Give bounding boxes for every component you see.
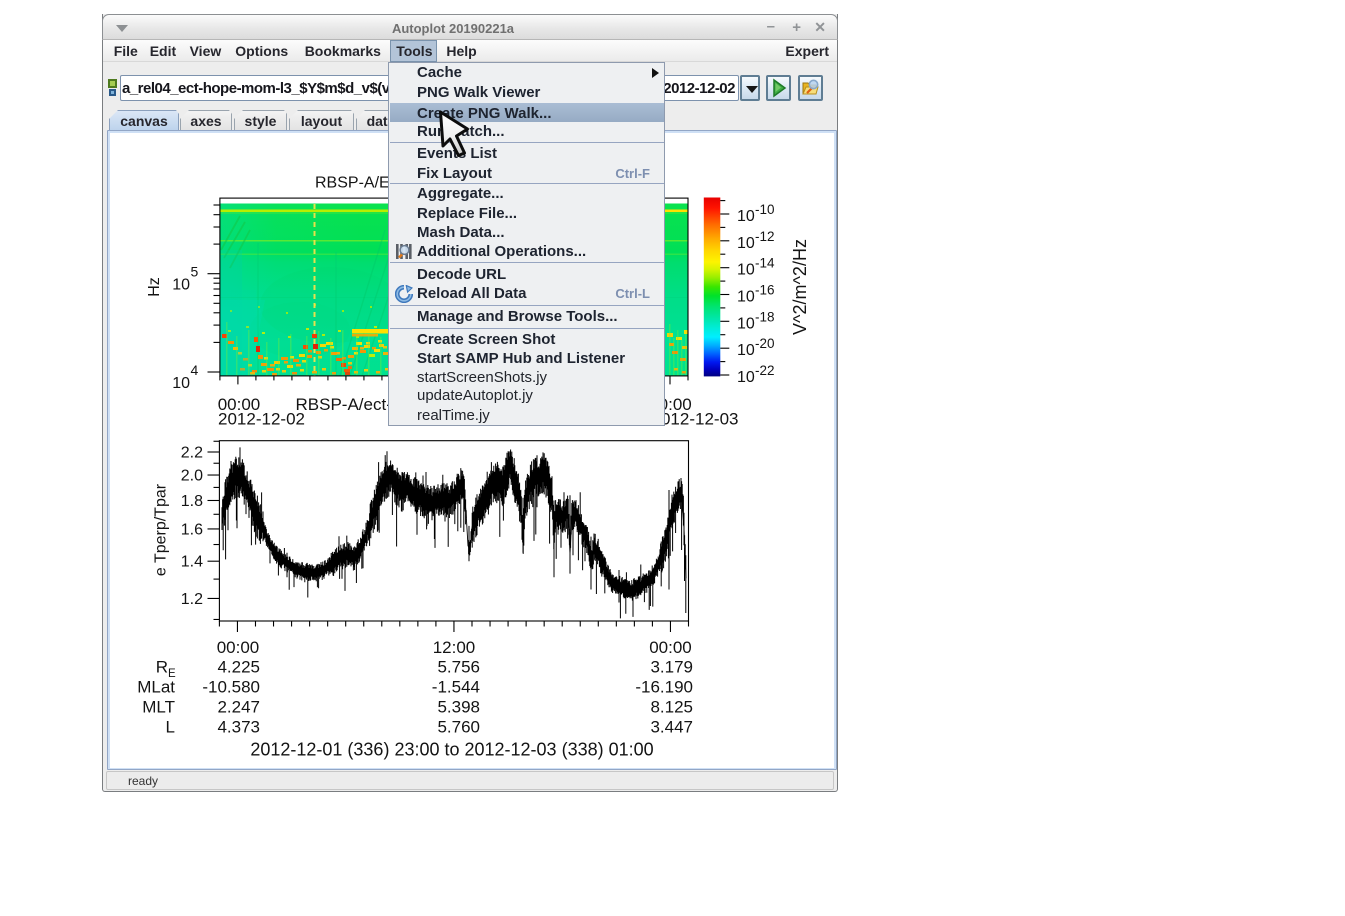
svg-text:-16: -16: [755, 283, 775, 298]
svg-text:-20: -20: [755, 336, 775, 351]
svg-text:e Tperp/Tpar: e Tperp/Tpar: [153, 483, 170, 576]
svg-text:12:00: 12:00: [433, 638, 476, 657]
svg-text:2012-12-01 (336) 23:00 to 2012: 2012-12-01 (336) 23:00 to 2012-12-03 (33…: [250, 740, 653, 760]
svg-text:00:00: 00:00: [649, 638, 692, 657]
svg-text:-16.190: -16.190: [635, 678, 693, 697]
svg-text:10: 10: [172, 277, 190, 294]
svg-text:-10: -10: [755, 202, 775, 217]
svg-text:MLT: MLT: [142, 698, 175, 717]
svg-text:2.0: 2.0: [181, 468, 203, 485]
svg-text:10: 10: [737, 235, 755, 252]
svg-text:10: 10: [737, 342, 755, 359]
svg-text:3.447: 3.447: [650, 718, 693, 737]
svg-text:-22: -22: [755, 363, 775, 378]
svg-text:1.2: 1.2: [181, 591, 203, 608]
svg-text:V^2/m^2/Hz: V^2/m^2/Hz: [790, 239, 810, 335]
svg-text:1.6: 1.6: [181, 521, 203, 538]
svg-text:R: R: [156, 658, 168, 677]
svg-text:10: 10: [737, 262, 755, 279]
svg-text:2.247: 2.247: [217, 698, 260, 717]
svg-text:1.8: 1.8: [181, 493, 203, 510]
svg-text:-12: -12: [755, 229, 775, 244]
svg-text:-1.544: -1.544: [432, 678, 480, 697]
svg-text:4: 4: [191, 362, 199, 378]
svg-text:Hz: Hz: [146, 277, 163, 297]
svg-text:10: 10: [737, 208, 755, 225]
svg-text:L: L: [166, 718, 175, 737]
svg-text:5.756: 5.756: [437, 658, 480, 677]
svg-text:-18: -18: [755, 309, 775, 324]
svg-text:2012-12-02: 2012-12-02: [218, 410, 305, 429]
svg-text:-10.580: -10.580: [202, 678, 260, 697]
svg-text:5.398: 5.398: [437, 698, 480, 717]
svg-text:10: 10: [737, 315, 755, 332]
svg-text:10: 10: [172, 375, 190, 392]
svg-text:10: 10: [737, 289, 755, 306]
svg-text:4.225: 4.225: [217, 658, 260, 677]
svg-text:4.373: 4.373: [217, 718, 260, 737]
svg-text:5: 5: [191, 264, 199, 280]
svg-text:5.760: 5.760: [437, 718, 480, 737]
svg-text:2.2: 2.2: [181, 445, 203, 462]
svg-text:MLat: MLat: [137, 678, 175, 697]
svg-text:8.125: 8.125: [650, 698, 693, 717]
svg-text:00:00: 00:00: [217, 638, 260, 657]
svg-text:1.4: 1.4: [181, 554, 203, 571]
svg-text:-14: -14: [755, 256, 775, 271]
svg-text:3.179: 3.179: [650, 658, 693, 677]
svg-text:10: 10: [737, 369, 755, 386]
